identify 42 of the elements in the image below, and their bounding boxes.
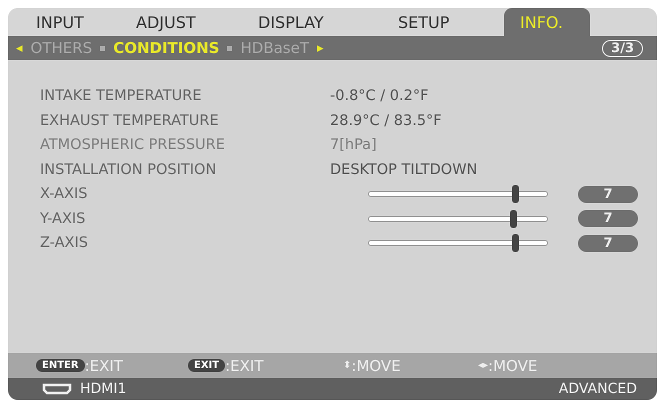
hint-label: :MOVE bbox=[488, 356, 538, 374]
hint-label: :MOVE bbox=[351, 356, 401, 374]
picture-mode: ADVANCED bbox=[558, 381, 637, 397]
slider[interactable] bbox=[368, 210, 548, 228]
slider-value: 7 bbox=[578, 234, 638, 252]
setting-value: 7[hPa] bbox=[330, 137, 377, 154]
slider-thumb[interactable] bbox=[512, 234, 519, 252]
menu-tab[interactable]: INFO. bbox=[504, 8, 590, 36]
slider-thumb[interactable] bbox=[510, 210, 517, 228]
arrow-keys-icon: ⬍ bbox=[343, 360, 352, 371]
input-source: HDMI1 bbox=[80, 381, 126, 397]
key-badge: ENTER bbox=[36, 359, 85, 372]
arrow-keys-icon: ◂▸ bbox=[478, 360, 488, 371]
setting-value: -0.8°C / 0.2°F bbox=[330, 88, 428, 104]
slider[interactable] bbox=[368, 234, 548, 252]
setting-value: DESKTOP TILTDOWN bbox=[330, 162, 478, 178]
page-counter: 3/3 bbox=[602, 40, 643, 56]
setting-label: Y-AXIS bbox=[40, 210, 86, 227]
submenu-tab[interactable]: OTHERS bbox=[30, 39, 92, 57]
hint-label: :EXIT bbox=[225, 356, 264, 374]
slider-value: 7 bbox=[578, 210, 638, 228]
setting-label: INTAKE TEMPERATURE bbox=[40, 88, 202, 104]
previous-arrow[interactable]: ◂ bbox=[16, 40, 23, 56]
hdmi-port-icon bbox=[42, 383, 72, 395]
slider[interactable] bbox=[368, 185, 548, 204]
setting-label: ATMOSPHERIC PRESSURE bbox=[40, 137, 226, 154]
menu-tab[interactable]: SETUP bbox=[384, 8, 504, 36]
hint-label: :EXIT bbox=[84, 356, 123, 374]
setting-label: EXHAUST TEMPERATURE bbox=[40, 112, 220, 129]
menu-tab[interactable]: ADJUST bbox=[122, 8, 244, 36]
setting-label: INSTALLATION POSITION bbox=[40, 162, 218, 178]
next-arrow[interactable]: ▸ bbox=[317, 40, 324, 56]
submenu-tab[interactable]: CONDITIONS bbox=[113, 39, 220, 57]
menu-tab[interactable]: INPUT bbox=[22, 8, 122, 36]
slider-thumb[interactable] bbox=[512, 185, 519, 204]
menu-tab[interactable]: DISPLAY bbox=[244, 8, 384, 36]
key-badge: EXIT bbox=[188, 359, 226, 372]
setting-label: X-AXIS bbox=[40, 186, 88, 202]
setting-label: Z-AXIS bbox=[40, 235, 89, 252]
slider-value: 7 bbox=[578, 186, 638, 203]
submenu-tab[interactable]: HDBaseT bbox=[240, 39, 310, 57]
setting-value: 28.9°C / 83.5°F bbox=[330, 112, 442, 129]
